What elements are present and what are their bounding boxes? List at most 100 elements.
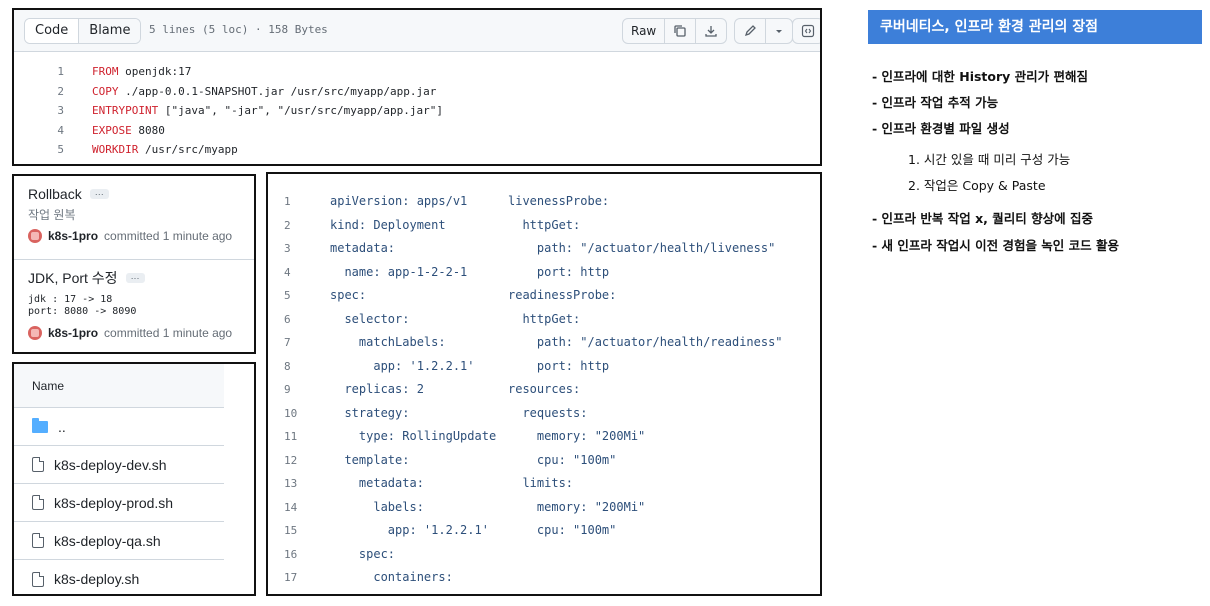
file-meta: 5 lines (5 loc) · 158 Bytes [149,23,328,36]
file-icon [32,457,44,472]
file-list-panel: Name .. k8s-deploy-dev.sh k8s-deploy-pro… [12,362,256,596]
note-subitem: 1. 시간 있을 때 미리 구성 가능 [908,152,1071,167]
yaml-line: port: http [508,264,610,279]
yaml-line: memory: "200Mi" [508,499,646,514]
note-item: - 새 인프라 작업시 이전 경험을 녹인 코드 활용 [872,238,1120,253]
yaml-line-number: 9 [284,383,291,396]
commit-author[interactable]: k8s-1pro [48,326,98,340]
raw-copy-download-group: Raw [622,18,728,44]
yaml-line-number: 12 [284,453,298,467]
yaml-line-number: 11 [284,430,298,443]
yaml-line-number: 6 [284,312,291,326]
note-item: - 인프라 반복 작업 x, 퀄리티 향상에 집중 [872,211,1093,226]
file-list-header: Name [14,364,224,408]
commit-title[interactable]: Rollback [28,186,82,202]
yaml-line-number: 3 [284,242,291,255]
commit-item[interactable]: Rollback ··· 작업 원복 k8s-1pro committed 1 mi… [14,186,254,243]
commit-time: committed 1 minute ago [104,229,233,243]
yaml-line: requests: [508,405,588,420]
avatar [28,326,42,340]
yaml-line: metadata: [330,476,424,490]
chevron-down-icon[interactable] [765,19,792,43]
yaml-line: limits: [508,476,574,490]
yaml-line-number: 14 [284,500,298,514]
commit-description: 작업 원복 [28,208,76,222]
yaml-left-column: apiVersion: apps/v1 kind: Deployment metad… [330,190,510,590]
yaml-right-column: livenessProbe: httpGet: path: "/actuator… [508,190,818,543]
yaml-line-number: 1 [284,195,291,208]
file-icon [32,571,44,587]
code-lines: 1 FROM openjdk:17 2 COPY ./app-0.0.1-SNAPS… [14,52,820,160]
divider [14,259,254,260]
yaml-line-number: 13 [284,477,298,490]
commit-author[interactable]: k8s-1pro [48,229,98,243]
copy-icon[interactable] [664,19,695,43]
yaml-line-number: 16 [284,547,298,561]
yaml-line: app: '1.2.2.1' [330,523,489,537]
commit-title[interactable]: JDK, Port 수정 [28,268,118,288]
file-row[interactable]: k8s-deploy-dev.sh [14,446,224,484]
yaml-line: app: '1.2.2.1' [330,358,475,373]
yaml-line-number: 7 [284,336,291,349]
code-square-icon [793,19,820,43]
pencil-icon[interactable] [735,19,765,43]
yaml-line-numbers: 1 2 3 4 5 6 7 8 9 10 11 12 13 14 15 16 17 [284,190,297,590]
note-item: - 인프라에 대한 History 관리가 편해짐 [872,69,1089,84]
yaml-line: name: app-1-2-2-1 [330,264,468,279]
commit-description: jdk : 17 -> 18 port: 8080 -> 8090 [28,294,137,317]
file-name[interactable]: k8s-deploy-qa.sh [54,533,161,549]
download-icon[interactable] [695,19,726,43]
avatar [28,229,42,243]
notes-title: 쿠버네티스, 인프라 환경 관리의 장점 [868,10,1202,44]
yaml-line-number: 15 [284,524,298,537]
folder-icon [32,417,48,433]
yaml-line: spec: [330,546,396,561]
raw-button[interactable]: Raw [623,19,664,43]
yaml-line: matchLabels: [330,335,446,349]
yaml-line-number: 17 [284,571,298,584]
code-line: 1 FROM openjdk:17 [57,65,192,79]
expand-ellipsis-button[interactable]: ··· [125,273,145,283]
file-icon [32,495,44,510]
yaml-line: template: [330,452,410,467]
deployment-yaml-viewer: 1 2 3 4 5 6 7 8 9 10 11 12 13 14 15 16 17 apiVersion: ap… [266,172,822,596]
tab-blame[interactable]: Blame [79,19,141,43]
parent-directory-label[interactable]: .. [58,419,66,435]
yaml-line: selector: [330,311,410,326]
yaml-line: httpGet: [508,311,581,326]
yaml-line: path: "/actuator/health/readiness" [508,335,783,349]
yaml-line: spec: [330,288,367,302]
yaml-line: containers: [330,570,453,584]
expand-ellipsis-button[interactable]: ··· [89,189,109,199]
yaml-line-number: 2 [284,218,291,232]
file-name[interactable]: k8s-deploy-prod.sh [54,495,173,511]
note-subitem: 2. 작업은 Copy & Paste [908,178,1046,193]
parent-directory-row[interactable]: .. [14,408,224,446]
yaml-line: readinessProbe: [508,288,617,302]
yaml-line: resources: [508,382,581,396]
tab-code[interactable]: Code [25,19,80,43]
yaml-line: metadata: [330,241,396,255]
dockerfile-code-viewer: Code Blame 5 lines (5 loc) · 158 Bytes R… [12,8,822,166]
commit-item[interactable]: JDK, Port 수정 ··· jdk : 17 -> 18 port: 808… [14,268,254,340]
yaml-line: port: http [508,358,610,373]
code-line: 5 WORKDIR /usr/src/myapp [57,143,238,157]
yaml-line: kind: Deployment [330,217,446,232]
file-row[interactable]: k8s-deploy.sh [14,560,224,594]
file-row[interactable]: k8s-deploy-qa.sh [14,522,224,560]
yaml-line: labels: [330,499,424,514]
yaml-line: apiVersion: apps/v1 [330,194,468,208]
edit-group [734,18,793,44]
yaml-line: replicas: 2 [330,382,424,396]
yaml-line: cpu: "100m" [508,523,617,537]
symbols-toggle[interactable] [792,18,820,44]
code-line: 2 COPY ./app-0.0.1-SNAPSHOT.jar /usr/src/… [57,84,437,98]
file-name[interactable]: k8s-deploy.sh [54,571,139,587]
file-row[interactable]: k8s-deploy-prod.sh [14,484,224,522]
note-item: - 인프라 환경별 파일 생성 [872,121,1010,136]
code-toolbar: Code Blame 5 lines (5 loc) · 158 Bytes R… [14,10,820,52]
code-line: 4 EXPOSE 8080 [57,123,165,137]
yaml-line: httpGet: [508,217,581,232]
file-name[interactable]: k8s-deploy-dev.sh [54,457,167,473]
yaml-line: memory: "200Mi" [508,429,646,443]
